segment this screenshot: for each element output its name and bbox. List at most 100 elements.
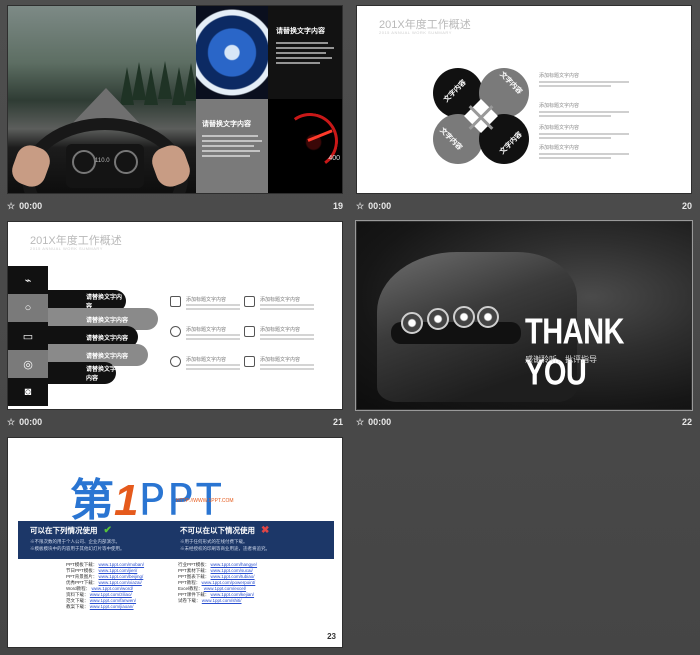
headlight [401, 312, 423, 334]
item-heading: 添加标题文字内容 [186, 297, 227, 303]
item-heading: 添加标题文字内容 [186, 327, 227, 333]
logo-text: 1 [114, 476, 139, 525]
link-label: 范文下载： [66, 598, 89, 603]
item-heading: 添加标题文字内容 [260, 297, 301, 303]
idea-icon [170, 356, 181, 367]
slide-subtitle: 2015 ANNUAL WORK SUMMARY [30, 246, 103, 251]
slide-22-meta: ☆ 00:00 22 [356, 414, 692, 430]
resource-link[interactable]: www.1ppt.com/sucai/ [211, 568, 253, 573]
text-heading: 添加标题文字内容 [539, 73, 580, 79]
link-label: PPT教程： [178, 580, 201, 585]
link-label: PPT背景图片： [66, 574, 98, 579]
resource-link[interactable]: www.1ppt.com/beijing/ [99, 574, 144, 579]
headlight [453, 306, 475, 328]
link-label: 优秀PPT下载： [66, 580, 98, 585]
resource-link[interactable]: www.1ppt.com/tubiao/ [211, 574, 255, 579]
can-use-line: ※不限次数的用于个人公司、企业内部演示。 [30, 539, 120, 544]
bulb-icon: ○ [8, 294, 48, 322]
bulb-icon [170, 326, 181, 337]
settings-icon: ◎ [8, 350, 48, 378]
slide-number: 20 [681, 201, 692, 211]
slide-21-thumbnail[interactable]: 201X年度工作概述 2015 ANNUAL WORK SUMMARY ⌁ ○ … [7, 221, 343, 410]
link-label: 行业PPT模板： [178, 562, 210, 567]
text-block: 添加标题文字内容 [539, 102, 629, 119]
logo-url: HTTP://WWW.1PPT.COM [176, 498, 234, 504]
text-heading: 添加标题文字内容 [539, 125, 580, 131]
headlight [427, 308, 449, 330]
text-block: 添加标题文字内容 [539, 124, 629, 141]
text-panel-top: 请替换文字内容 [268, 6, 342, 99]
resource-link[interactable]: www.1ppt.com/fanwen/ [90, 598, 136, 603]
slide-timing: 00:00 [19, 417, 43, 427]
cannot-use-title: 不可以在以下情况使用 [180, 526, 255, 535]
resource-link[interactable]: www.1ppt.com/hangye/ [211, 562, 258, 567]
cross-icon: ✖ [261, 525, 270, 536]
resource-link[interactable]: www.1ppt.com/xiazai/ [99, 580, 142, 585]
slide-21-meta: ☆ 00:00 21 [7, 414, 343, 430]
slide-subtitle: 2015 ANNUAL WORK SUMMARY [379, 30, 452, 35]
wifi-icon: ⌁ [8, 266, 48, 294]
speedometer-number: 400 [328, 155, 340, 162]
item-heading: 添加标题文字内容 [260, 357, 301, 363]
transition-star-icon[interactable]: ☆ [356, 417, 364, 428]
mail-icon [170, 296, 181, 307]
speedometer-image: 400 [268, 99, 342, 193]
tv-icon [244, 296, 255, 307]
text-block: 添加标题文字内容 [539, 72, 629, 89]
resource-link[interactable]: www.1ppt.com/moban/ [99, 562, 145, 567]
transition-star-icon[interactable]: ☆ [356, 201, 364, 212]
resource-link[interactable]: www.1ppt.com/word/ [91, 586, 133, 591]
cannot-use-line: ※未经授权的印刷等商业用途，违者将追究。 [180, 546, 270, 551]
driving-road-image: 110.0 [8, 6, 198, 193]
text-heading: 添加标题文字内容 [539, 103, 580, 109]
resource-link[interactable]: www.1ppt.com/powerpoint/ [202, 580, 256, 585]
link-label: 教案下载： [66, 604, 89, 609]
can-use-title: 可以在下列情况使用 [30, 526, 98, 535]
resource-link[interactable]: www.1ppt.com/shiti/ [202, 598, 242, 603]
resource-link[interactable]: www.1ppt.com/kejian/ [211, 592, 255, 597]
text-heading: 添加标题文字内容 [539, 145, 580, 151]
slide-20-thumbnail[interactable]: 201X年度工作概述 2015 ANNUAL WORK SUMMARY 文字内容… [356, 5, 692, 194]
text-panel-bottom: 请替换文字内容 [196, 99, 268, 193]
item-heading: 添加标题文字内容 [260, 327, 301, 333]
link-label: PPT模板下载： [66, 562, 98, 567]
resource-link[interactable]: www.1ppt.com/ziliao/ [90, 592, 132, 597]
camera-icon: ◙ [8, 378, 48, 406]
link-label: 资料下载： [66, 592, 89, 597]
transition-star-icon[interactable]: ☆ [7, 201, 15, 212]
slide-number: 19 [332, 201, 343, 211]
link-label: PPT素材下载： [178, 568, 210, 573]
slide-20-meta: ☆ 00:00 20 [356, 198, 692, 214]
link-label: Excel教程： [178, 586, 203, 591]
1ppt-logo: 第 1 PPT [70, 464, 224, 528]
resource-link[interactable]: www.1ppt.com/jiaoan/ [90, 604, 134, 609]
link-label: 试卷下载： [178, 598, 201, 603]
text-block: 添加标题文字内容 [539, 144, 629, 161]
monitor-icon: ▭ [8, 322, 48, 350]
arm-label: 请替换文字内容 [48, 362, 116, 384]
resource-link[interactable]: www.1ppt.com/excel/ [204, 586, 246, 591]
slide-timing: 00:00 [368, 201, 392, 211]
slide-timing: 00:00 [19, 201, 43, 211]
brain-icon [244, 356, 255, 367]
slide-timing: 00:00 [368, 417, 392, 427]
link-label: 节日PPT模板： [66, 568, 98, 573]
slide-23-thumbnail[interactable]: 第 1 PPT HTTP://WWW.1PPT.COM 可以在下列情况使用 ✔ ※… [7, 437, 343, 648]
slide-number: 21 [332, 417, 343, 427]
item-heading: 添加标题文字内容 [186, 357, 227, 363]
transition-star-icon[interactable]: ☆ [7, 417, 15, 428]
check-icon: ✔ [103, 525, 112, 536]
panel-title: 请替换文字内容 [202, 121, 251, 128]
can-use-line: ※模板模块中的内容用于其他幻灯片等中使用。 [30, 546, 125, 551]
resource-link[interactable]: www.1ppt.com/jieri/ [99, 568, 138, 573]
slide-number: 23 [327, 632, 336, 641]
slide-19-thumbnail[interactable]: 110.0 请替换文字内容 请替换文字内容 400 [7, 5, 343, 194]
slide-22-thumbnail[interactable]: THANK YOU 感谢聆听，批评指导 [355, 220, 693, 411]
thank-you-subtitle: 感谢聆听，批评指导 [525, 355, 597, 364]
slide-number: 22 [681, 417, 692, 427]
usage-banner: 可以在下列情况使用 ✔ ※不限次数的用于个人公司、企业内部演示。 ※模板模块中的内… [18, 521, 334, 559]
wheel-rim-image [196, 6, 268, 99]
panel-title: 请替换文字内容 [276, 28, 325, 35]
car-icon [244, 326, 255, 337]
slide-19-meta: ☆ 00:00 19 [7, 198, 343, 214]
